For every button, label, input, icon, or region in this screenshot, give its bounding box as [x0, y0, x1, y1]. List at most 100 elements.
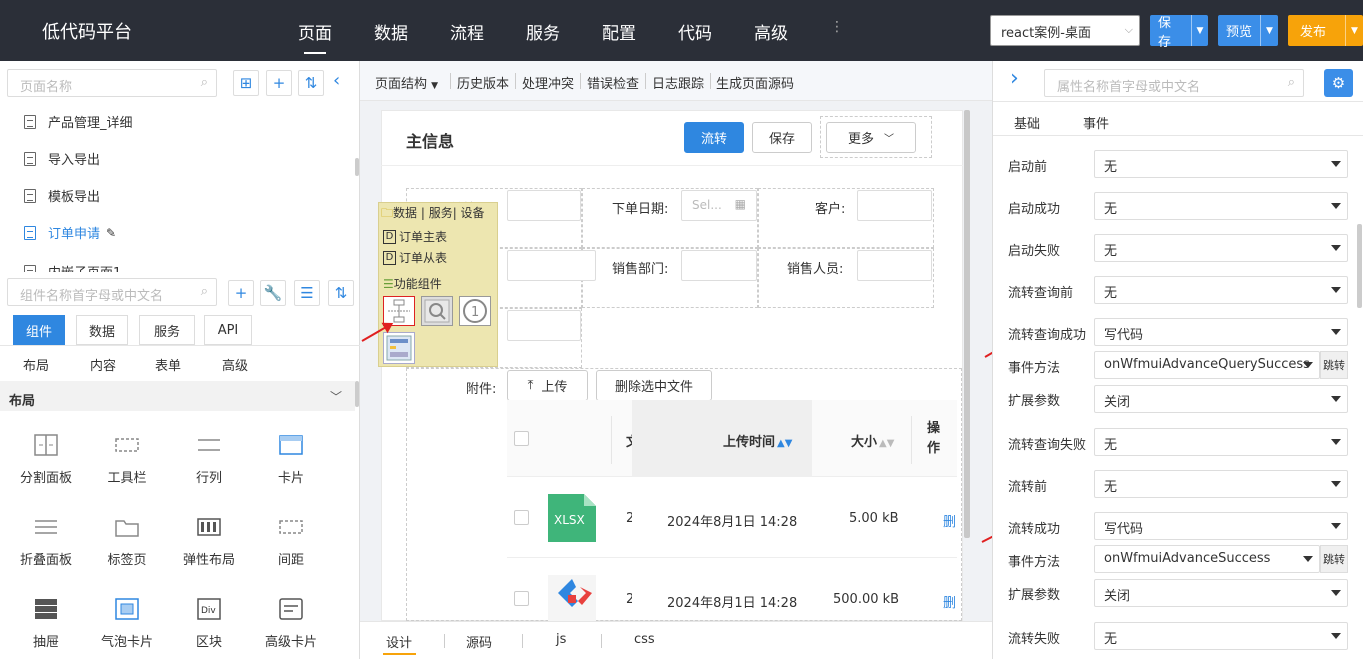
prop-ext-params-select[interactable]: 关闭: [1094, 579, 1348, 607]
list-order-button[interactable]: ☰: [294, 280, 320, 306]
form-component-icon[interactable]: [383, 332, 415, 364]
nav-page[interactable]: 页面: [298, 19, 332, 54]
tab-api[interactable]: API: [204, 315, 252, 345]
prop-ext-params-select[interactable]: 关闭: [1094, 385, 1348, 413]
prop-flow-success-select[interactable]: 写代码: [1094, 512, 1348, 540]
tab-events[interactable]: 事件: [1083, 113, 1109, 132]
save-button[interactable]: 保存 ▼: [1150, 15, 1208, 50]
row-checkbox[interactable]: [514, 591, 529, 606]
tab-css[interactable]: css: [634, 632, 655, 647]
page-item[interactable]: 内嵌子页面1: [24, 262, 121, 272]
add-folder-button[interactable]: ⊞: [233, 70, 259, 96]
component-scrollbar[interactable]: [355, 381, 359, 407]
page-item[interactable]: 导入导出: [24, 149, 100, 168]
publish-dropdown-icon[interactable]: ▼: [1345, 15, 1363, 46]
project-select[interactable]: react案例-桌面 ⌵: [990, 15, 1140, 46]
edit-pencil-icon[interactable]: ✎: [106, 226, 116, 240]
property-search-input[interactable]: 属性名称首字母或中文名 ⌕: [1044, 69, 1304, 97]
comp-advanced-card[interactable]: 高级卡片: [250, 597, 332, 650]
nav-more-icon[interactable]: ⋮: [830, 19, 844, 35]
nav-advanced[interactable]: 高级: [754, 19, 788, 44]
tab-basic[interactable]: 基础: [1014, 113, 1040, 132]
layout-section-header[interactable]: [0, 381, 355, 411]
popup-item-order-detail[interactable]: D 订单从表: [383, 249, 447, 266]
popup-item-order-main[interactable]: D 订单主表: [383, 228, 447, 245]
nav-service[interactable]: 服务: [526, 19, 560, 44]
prop-before-start-select[interactable]: 无: [1094, 150, 1348, 178]
number-component-icon[interactable]: 1: [459, 296, 491, 326]
prop-before-flow-select[interactable]: 无: [1094, 470, 1348, 498]
subtab-advanced[interactable]: 高级: [222, 355, 248, 374]
th-upload-time[interactable]: 上传时间 ▲▼: [723, 431, 792, 450]
nav-data[interactable]: 数据: [374, 19, 408, 44]
prop-query-fail-select[interactable]: 无: [1094, 428, 1348, 456]
tab-service[interactable]: 服务: [139, 315, 195, 345]
prop-event-method-select[interactable]: onWfmuiAdvanceSuccess: [1094, 545, 1320, 573]
page-tree-scrollbar[interactable]: [355, 158, 359, 176]
jump-button[interactable]: 跳转: [1320, 351, 1348, 379]
comp-row-col[interactable]: 行列: [168, 433, 250, 486]
tab-design[interactable]: 设计: [386, 632, 412, 651]
publish-button[interactable]: 发布 ▼: [1288, 15, 1363, 46]
component-search-input[interactable]: 组件名称首字母或中文名 ⌕: [7, 278, 217, 306]
comp-spacing[interactable]: 间距: [250, 515, 332, 568]
add-page-button[interactable]: +: [266, 70, 292, 96]
page-search-input[interactable]: 页面名称 ⌕: [7, 69, 217, 97]
nav-flow[interactable]: 流程: [450, 19, 484, 44]
tab-data[interactable]: 数据: [76, 315, 128, 345]
comp-popover-card[interactable]: 气泡卡片: [86, 597, 168, 650]
prop-flow-fail-select[interactable]: 无: [1094, 622, 1348, 650]
generate-source-button[interactable]: 生成页面源码: [716, 73, 794, 92]
property-scrollbar[interactable]: [1357, 224, 1362, 308]
comp-card[interactable]: 卡片: [250, 433, 332, 486]
th-size[interactable]: 大小 ▲▼: [851, 431, 894, 450]
add-component-button[interactable]: +: [228, 280, 254, 306]
row-delete-link[interactable]: 删除: [943, 592, 957, 611]
save-form-button[interactable]: 保存: [752, 122, 812, 153]
save-dropdown-icon[interactable]: ▼: [1190, 15, 1208, 46]
wrench-button[interactable]: 🔧: [260, 280, 286, 306]
comp-flex-layout[interactable]: 弹性布局: [168, 515, 250, 568]
comp-drawer[interactable]: 抽屉: [5, 597, 87, 650]
more-button[interactable]: 更多 ﹀: [826, 122, 916, 153]
field-input[interactable]: [507, 310, 581, 341]
customer-input[interactable]: [857, 190, 932, 221]
nav-config[interactable]: 配置: [602, 19, 636, 44]
history-version-button[interactable]: 历史版本: [457, 73, 509, 92]
row-checkbox[interactable]: [514, 510, 529, 525]
preview-button[interactable]: 预览 ▼: [1218, 15, 1278, 46]
prop-event-method-select[interactable]: onWfmuiAdvanceQuerySuccess: [1094, 351, 1320, 379]
order-date-picker[interactable]: Sel... ▦: [681, 190, 757, 221]
subtab-layout[interactable]: 布局: [23, 355, 49, 374]
resolve-conflict-button[interactable]: 处理冲突: [522, 73, 574, 92]
collapse-left-icon[interactable]: ‹: [333, 70, 340, 91]
delete-selected-button[interactable]: 删除选中文件: [596, 370, 712, 401]
comp-block[interactable]: Div 区块: [168, 597, 250, 650]
page-item[interactable]: 模板导出: [24, 186, 100, 205]
sort-button[interactable]: ⇅: [298, 70, 324, 96]
tab-js[interactable]: js: [556, 632, 566, 647]
error-check-button[interactable]: 错误检查: [587, 73, 639, 92]
sales-person-input[interactable]: [857, 250, 932, 281]
chevron-down-icon[interactable]: ﹀: [330, 388, 342, 405]
comp-collapse-panel[interactable]: 折叠面板: [5, 515, 87, 568]
page-item[interactable]: 产品管理_详细: [24, 112, 133, 131]
settings-button[interactable]: ⚙: [1324, 69, 1353, 97]
subtab-form[interactable]: 表单: [155, 355, 181, 374]
sales-dept-input[interactable]: [681, 250, 757, 281]
log-trace-button[interactable]: 日志跟踪: [652, 73, 704, 92]
field-input[interactable]: [507, 250, 596, 281]
comp-tabs[interactable]: 标签页: [86, 515, 168, 568]
tab-source[interactable]: 源码: [466, 632, 492, 651]
select-all-checkbox[interactable]: [514, 431, 529, 446]
page-structure-menu[interactable]: 页面结构 ▼: [375, 73, 438, 92]
sort-button-2[interactable]: ⇅: [328, 280, 354, 306]
jump-button[interactable]: 跳转: [1320, 545, 1348, 573]
collapse-right-icon[interactable]: ›: [1010, 66, 1019, 91]
subtab-content[interactable]: 内容: [90, 355, 116, 374]
prop-query-success-select[interactable]: 写代码: [1094, 318, 1348, 346]
comp-split-panel[interactable]: 分割面板: [5, 433, 87, 486]
nav-code[interactable]: 代码: [678, 19, 712, 44]
canvas-scrollbar[interactable]: [964, 110, 970, 538]
upload-button[interactable]: ⤒ 上传: [507, 370, 588, 401]
